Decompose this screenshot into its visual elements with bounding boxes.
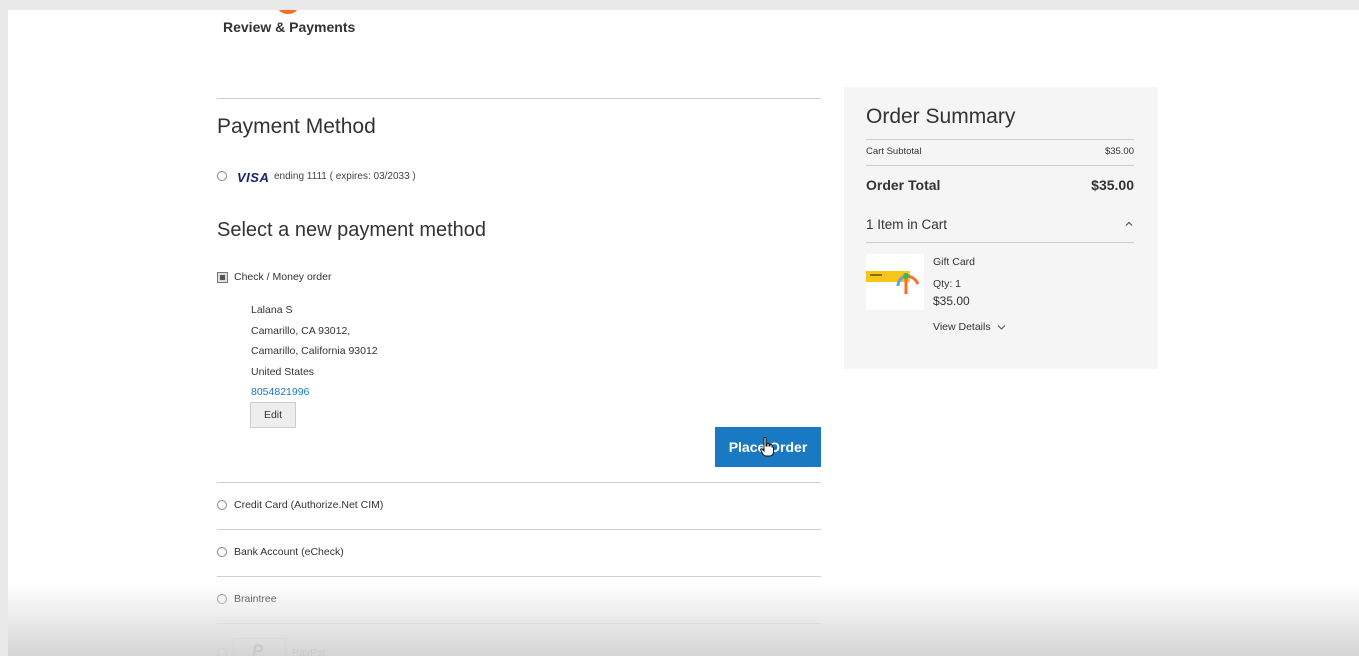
billing-line2: Camarillo, California 93012: [251, 345, 378, 357]
billing-phone-link[interactable]: 8054821996: [251, 386, 309, 398]
cart-subtotal-value: $35.00: [1104, 146, 1134, 157]
new-payment-heading: Select a new payment method: [217, 219, 487, 241]
edit-address-button[interactable]: Edit: [250, 402, 296, 428]
billing-country: United States: [251, 366, 315, 378]
view-details-toggle[interactable]: View Details: [933, 321, 1006, 333]
bank-account-radio[interactable]: [217, 547, 227, 557]
divider: [217, 576, 821, 577]
divider: [217, 98, 821, 99]
braintree-label[interactable]: Braintree: [234, 593, 277, 605]
view-details-label: View Details: [933, 321, 991, 333]
paypal-icon: P: [252, 641, 264, 656]
divider: [866, 242, 1134, 243]
item-price: $35.00: [933, 294, 970, 308]
bottom-shade-overlay: [8, 584, 1359, 656]
gift-card-thumbnail: [866, 254, 924, 310]
order-total-value: $35.00: [1091, 177, 1134, 193]
payment-method-heading: Payment Method: [217, 115, 376, 138]
billing-line1: Camarillo, CA 93012,: [251, 325, 351, 337]
hand-cursor-icon: [760, 437, 774, 457]
chevron-down-icon: [997, 324, 1005, 330]
paypal-logo: P: [233, 638, 286, 656]
divider: [866, 165, 1134, 166]
billing-name: Lalana S: [251, 304, 293, 316]
saved-card-radio[interactable]: [217, 171, 227, 181]
order-summary-title: Order Summary: [866, 105, 1016, 128]
order-summary: Order Summary Cart Subtotal $35.00 Order…: [844, 87, 1158, 369]
divider: [217, 482, 821, 483]
order-total-label: Order Total: [866, 177, 941, 193]
divider: [217, 623, 821, 624]
paypal-radio[interactable]: [217, 648, 227, 656]
saved-card-details: ending 1111 ( expires: 03/2033 ): [274, 171, 416, 182]
check-money-order-label[interactable]: Check / Money order: [234, 271, 331, 283]
credit-card-radio[interactable]: [217, 500, 227, 510]
items-in-cart-toggle[interactable]: 1 Item in Cart: [866, 217, 947, 232]
braintree-radio[interactable]: [217, 594, 227, 604]
checkout-page: Review & Payments Payment Method VISA en…: [8, 10, 1359, 656]
bank-account-label[interactable]: Bank Account (eCheck): [234, 546, 344, 558]
item-name: Gift Card: [933, 256, 976, 268]
step-indicator: [277, 10, 299, 14]
divider: [866, 139, 1134, 140]
item-qty: Qty: 1: [933, 278, 962, 290]
chevron-up-icon[interactable]: [1124, 219, 1134, 229]
step-title: Review & Payments: [223, 19, 356, 35]
paypal-label[interactable]: PayPal: [292, 647, 325, 656]
check-money-order-radio[interactable]: [217, 272, 228, 283]
divider: [217, 529, 821, 530]
visa-logo: VISA: [237, 170, 270, 185]
cart-subtotal-label: Cart Subtotal: [866, 146, 922, 157]
credit-card-label[interactable]: Credit Card (Authorize.Net CIM): [234, 499, 383, 511]
